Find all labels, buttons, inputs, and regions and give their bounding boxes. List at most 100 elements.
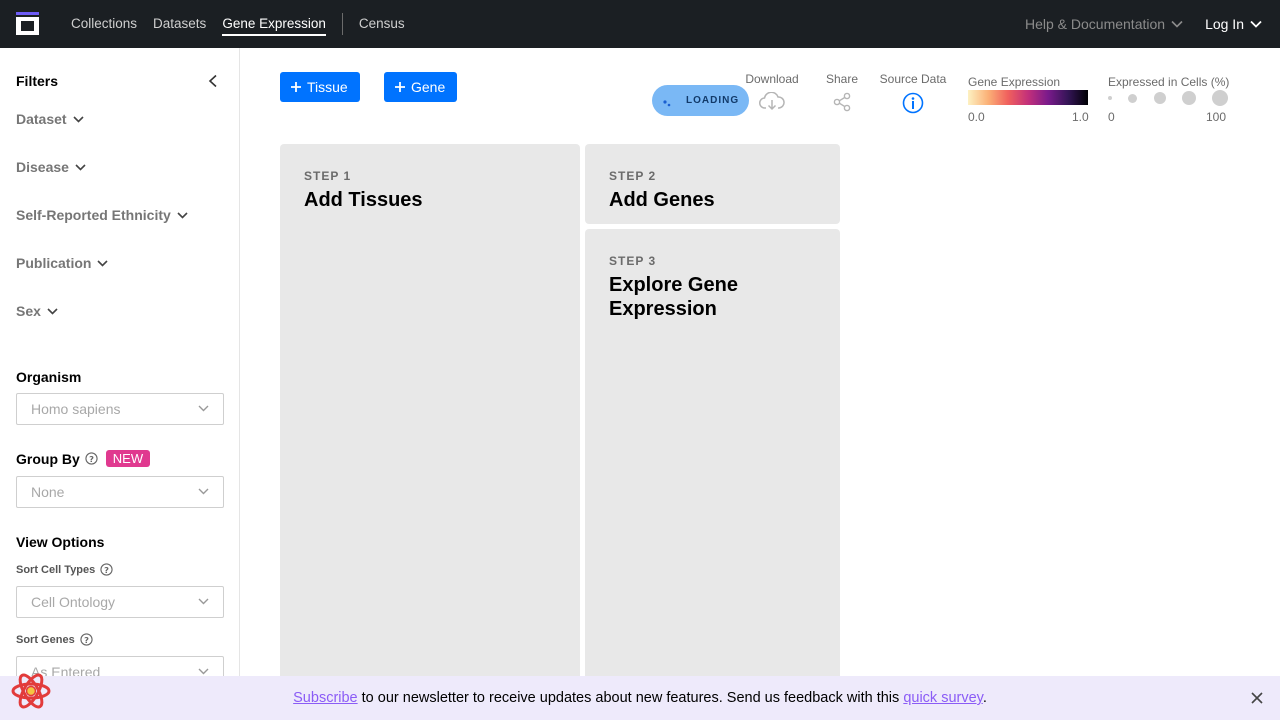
filter-self-reported-ethnicity[interactable]: Self-Reported Ethnicity bbox=[16, 207, 188, 223]
expressed-cells-max: 100 bbox=[1206, 110, 1227, 124]
sort-cell-types-select[interactable]: Cell Ontology bbox=[16, 586, 224, 618]
share-icon bbox=[833, 92, 851, 112]
filters-sidebar: Filters Dataset Disease Self-Reported Et… bbox=[0, 48, 240, 688]
subscribe-link[interactable]: Subscribe bbox=[293, 690, 357, 706]
sort-cell-types-value: Cell Ontology bbox=[31, 594, 116, 610]
size-dot-3 bbox=[1154, 92, 1166, 104]
add-tissue-button[interactable]: Tissue bbox=[280, 72, 360, 102]
quick-survey-link[interactable]: quick survey bbox=[903, 690, 983, 706]
loading-label: LOADING bbox=[686, 95, 740, 106]
step-1-label: STEP 1 bbox=[304, 169, 352, 183]
help-question-icon[interactable]: ? bbox=[100, 563, 113, 576]
filter-dataset[interactable]: Dataset bbox=[16, 111, 84, 127]
plus-icon bbox=[395, 82, 405, 92]
step-2-panel: STEP 2 Add Genes bbox=[585, 144, 840, 224]
size-dot-5 bbox=[1212, 90, 1228, 106]
download-button[interactable]: Download bbox=[743, 72, 801, 112]
organism-label: Organism bbox=[16, 369, 82, 385]
top-navbar: Collections Datasets Gene Expression Cen… bbox=[0, 0, 1280, 48]
banner-end: . bbox=[982, 690, 987, 706]
sort-genes-header: Sort Genes ? bbox=[16, 633, 93, 646]
gene-expression-legend-title: Gene Expression bbox=[968, 75, 1061, 89]
group-by-value: None bbox=[31, 484, 65, 500]
expressed-cells-legend-title: Expressed in Cells (%) bbox=[1108, 75, 1230, 89]
view-options-label: View Options bbox=[16, 534, 105, 550]
chevron-down-icon bbox=[177, 211, 188, 219]
react-devtools-icon[interactable] bbox=[10, 670, 52, 712]
add-gene-button[interactable]: Gene bbox=[384, 72, 458, 102]
new-badge: NEW bbox=[105, 450, 151, 467]
filter-label: Dataset bbox=[16, 111, 67, 127]
cellxgene-logo-icon[interactable] bbox=[16, 12, 39, 35]
add-tissue-label: Tissue bbox=[307, 79, 348, 95]
organism-select[interactable]: Homo sapiens bbox=[16, 393, 224, 425]
chevron-down-icon bbox=[198, 405, 209, 412]
sort-cell-types-header: Sort Cell Types ? bbox=[16, 563, 113, 576]
help-question-icon[interactable]: ? bbox=[85, 452, 98, 465]
chevron-down-icon bbox=[198, 488, 209, 495]
sort-genes-label: Sort Genes bbox=[16, 633, 75, 646]
gene-expression-color-scale bbox=[968, 90, 1088, 105]
step-3-panel: STEP 3 Explore Gene Expression bbox=[585, 229, 840, 684]
chevron-down-icon bbox=[1171, 20, 1183, 28]
chevron-down-icon bbox=[97, 259, 109, 267]
nav-gene-expression[interactable]: Gene Expression bbox=[222, 15, 326, 36]
expressed-cells-min: 0 bbox=[1108, 110, 1115, 124]
svg-text:?: ? bbox=[89, 454, 94, 464]
size-dot-2 bbox=[1128, 94, 1137, 103]
nav-datasets[interactable]: Datasets bbox=[153, 15, 206, 33]
spinner-icon bbox=[663, 99, 671, 106]
organism-value: Homo sapiens bbox=[31, 401, 121, 417]
group-by-label: Group By bbox=[16, 450, 80, 467]
add-gene-label: Gene bbox=[411, 79, 446, 95]
gene-expression-min: 0.0 bbox=[968, 110, 985, 124]
chevron-down-icon bbox=[198, 598, 209, 605]
size-dot-1 bbox=[1108, 96, 1112, 100]
step-2-title: Add Genes bbox=[609, 189, 715, 211]
nav-right: Help & Documentation Log In bbox=[1025, 0, 1262, 48]
close-icon[interactable] bbox=[1250, 691, 1264, 705]
filter-label: Publication bbox=[16, 255, 92, 271]
gene-expression-max: 1.0 bbox=[1072, 110, 1089, 124]
plus-icon bbox=[291, 82, 301, 92]
help-label: Help & Documentation bbox=[1024, 16, 1166, 32]
nav-links: Collections Datasets Gene Expression Cen… bbox=[71, 0, 421, 48]
newsletter-banner: Subscribe to our newsletter to receive u… bbox=[0, 676, 1280, 720]
chevron-down-icon bbox=[47, 307, 58, 315]
filter-sex[interactable]: Sex bbox=[16, 303, 58, 319]
chevron-down-icon bbox=[198, 668, 209, 675]
group-by-header: Group By ? NEW bbox=[16, 450, 151, 467]
svg-text:?: ? bbox=[84, 635, 89, 645]
step-1-panel: STEP 1 Add Tissues bbox=[280, 144, 580, 684]
banner-text: Subscribe to our newsletter to receive u… bbox=[293, 690, 987, 706]
login-label: Log In bbox=[1205, 16, 1244, 32]
chevron-down-icon bbox=[75, 163, 86, 171]
svg-text:?: ? bbox=[104, 565, 109, 575]
download-label: Download bbox=[745, 72, 799, 86]
loading-indicator: LOADING bbox=[652, 85, 749, 116]
nav-collections[interactable]: Collections bbox=[71, 15, 137, 33]
chevron-down-icon bbox=[1250, 20, 1262, 28]
step-3-title: Explore Gene Expression bbox=[609, 274, 738, 320]
filters-title: Filters bbox=[16, 73, 59, 89]
filter-disease[interactable]: Disease bbox=[16, 159, 86, 175]
login-menu[interactable]: Log In bbox=[1205, 16, 1262, 32]
collapse-sidebar-icon[interactable] bbox=[206, 74, 220, 88]
filter-label: Self-Reported Ethnicity bbox=[16, 207, 171, 223]
source-data-label: Source Data bbox=[879, 72, 947, 86]
nav-census[interactable]: Census bbox=[359, 15, 405, 33]
info-icon bbox=[902, 92, 924, 114]
nav-divider bbox=[341, 13, 343, 35]
filter-label: Disease bbox=[16, 159, 69, 175]
step-2-label: STEP 2 bbox=[609, 169, 657, 183]
source-data-button[interactable]: Source Data bbox=[877, 72, 949, 114]
banner-message: to our newsletter to receive updates abo… bbox=[357, 690, 904, 706]
size-dot-4 bbox=[1182, 91, 1196, 105]
help-question-icon[interactable]: ? bbox=[80, 633, 93, 646]
group-by-select[interactable]: None bbox=[16, 476, 224, 508]
filter-label: Sex bbox=[16, 303, 41, 319]
help-documentation-menu[interactable]: Help & Documentation bbox=[1025, 16, 1183, 32]
filter-publication[interactable]: Publication bbox=[16, 255, 109, 271]
share-button[interactable]: Share bbox=[824, 72, 860, 112]
step-3-label: STEP 3 bbox=[609, 254, 657, 268]
